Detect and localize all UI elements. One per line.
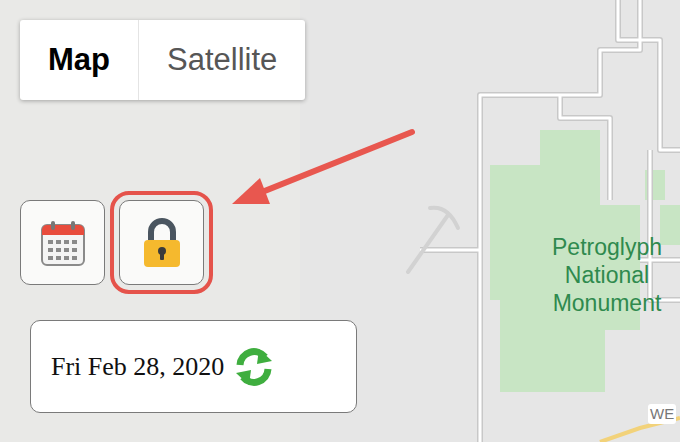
date-display[interactable]: Fri Feb 28, 2020 <box>30 320 357 413</box>
annotation-arrow-icon <box>222 122 422 222</box>
lock-button[interactable] <box>119 200 204 285</box>
map-type-tab[interactable]: Satellite <box>138 20 305 100</box>
map-controls: MapSatellite Fri Feb 28, 2020 <box>20 20 357 413</box>
road-label: WE <box>648 404 676 424</box>
park-area <box>490 130 680 392</box>
road-outlines <box>420 0 680 442</box>
map-page: Petroglyph National Monument WE MapSatelli… <box>0 0 680 442</box>
refresh-icon[interactable] <box>232 345 276 389</box>
landmark-pickaxe-icon <box>408 208 458 272</box>
map-type-tab[interactable]: Map <box>20 20 138 100</box>
tool-buttons <box>20 200 204 285</box>
map-type-control: MapSatellite <box>20 20 305 100</box>
lock-icon <box>142 217 182 269</box>
calendar-button[interactable] <box>20 200 105 285</box>
park-label: Petroglyph National Monument <box>528 233 680 317</box>
calendar-icon <box>40 219 86 267</box>
date-label: Fri Feb 28, 2020 <box>51 352 224 382</box>
roads <box>420 0 680 442</box>
